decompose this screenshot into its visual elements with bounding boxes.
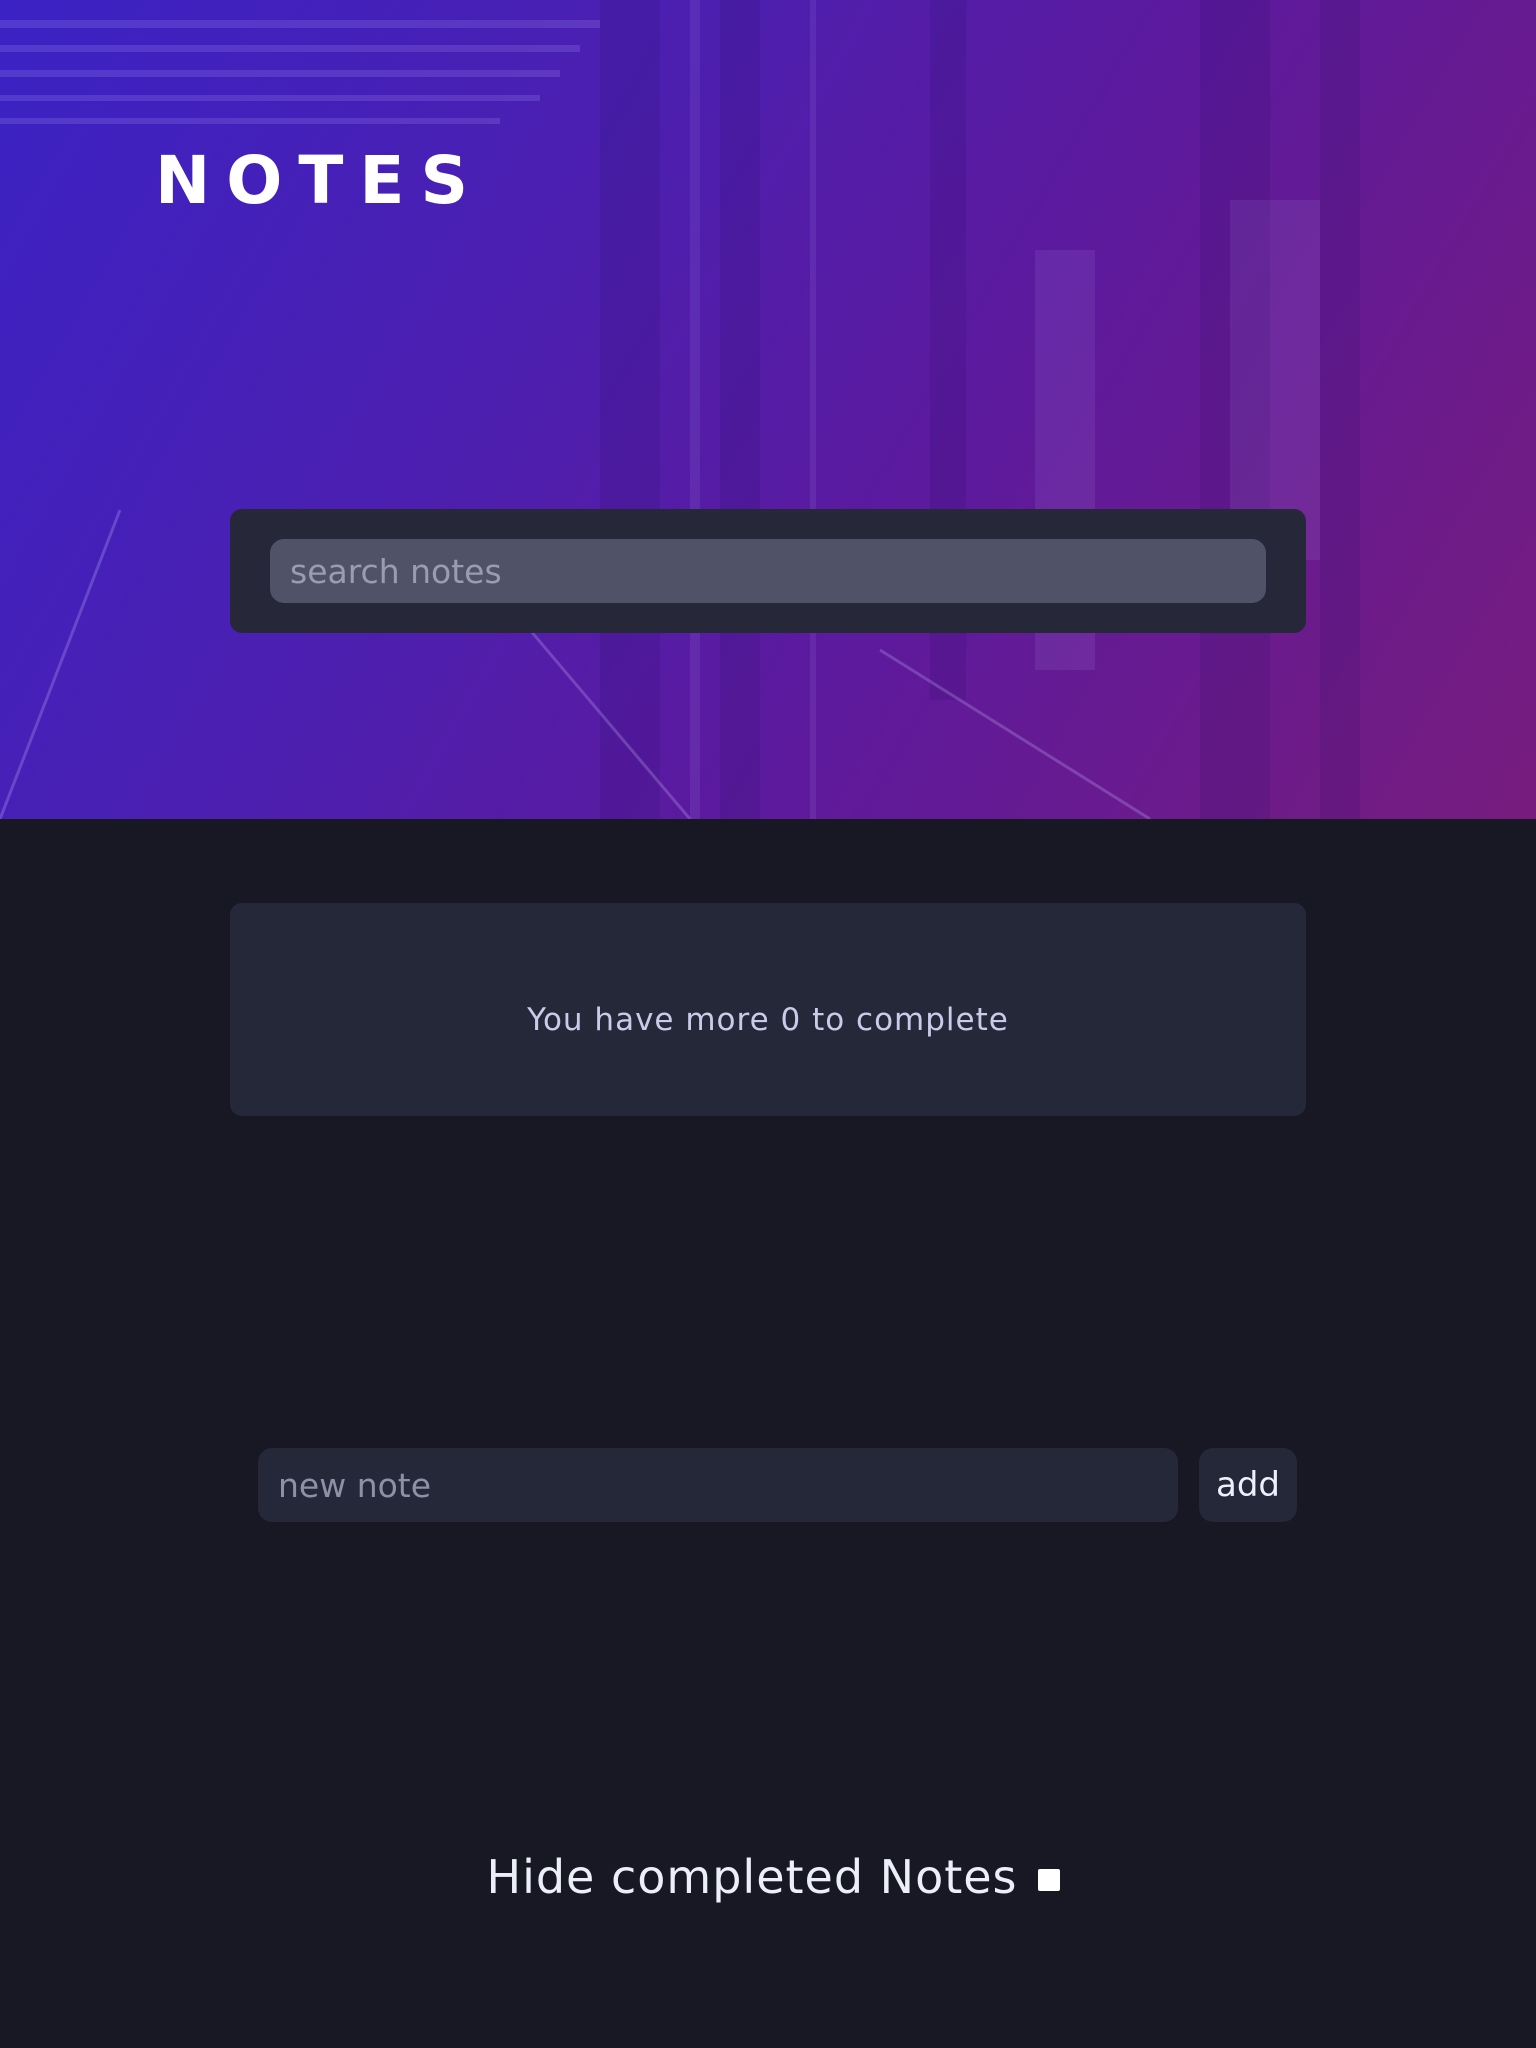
page-title: NOTES <box>155 142 484 219</box>
hide-completed-checkbox[interactable] <box>1037 1869 1060 1891</box>
remaining-counter-card: You have more 0 to complete <box>230 903 1306 1116</box>
search-input[interactable] <box>270 539 1266 603</box>
new-note-input[interactable] <box>258 1448 1178 1522</box>
search-panel <box>230 509 1306 633</box>
hero-background-image <box>0 0 1360 819</box>
remaining-counter-text: You have more 0 to complete <box>527 1001 1009 1038</box>
add-note-button[interactable]: add <box>1199 1448 1297 1522</box>
hide-completed-label: Hide completed Notes <box>486 1850 1018 1904</box>
hide-completed-row: Hide completed Notes <box>0 1850 1536 1904</box>
hero-header: NOTES <box>0 0 1536 819</box>
